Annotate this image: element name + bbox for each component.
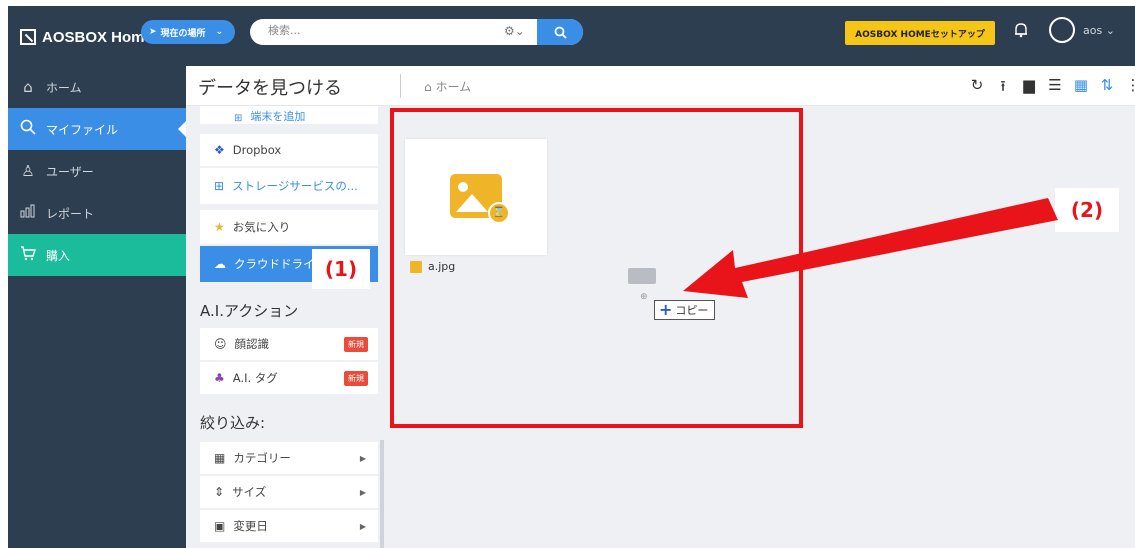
new-badge: 新規 [344,336,368,352]
logo-icon [20,29,36,45]
calendar-icon: ▣ [214,519,226,533]
face-recognition-label: 顔認識 [234,337,270,351]
filter-modified-date[interactable]: ▣ 変更日 ▶ [200,510,378,542]
home-icon: ⌂ [23,78,33,96]
add-icon: ⊞ [214,179,225,193]
annotation-label-1: (1) [312,249,370,289]
copy-tooltip: + コピー [654,300,715,320]
filter-size[interactable]: ⇕ サイズ ▶ [200,476,378,508]
search-input[interactable] [268,24,488,37]
left-panel-scrollbar[interactable] [380,440,384,548]
sidebar-item-label: ホーム [46,80,82,95]
filter-category[interactable]: ▦ カテゴリー ▶ [200,442,378,474]
modified-date-label: 変更日 [233,519,268,533]
grid-icon: ▦ [214,451,226,465]
app-logo[interactable]: AOSBOX Home [20,26,153,48]
page-title: データを見つける [198,78,342,99]
user-avatar[interactable] [1049,17,1075,43]
sidebar-item-label: レポート [46,206,95,221]
sidebar-item-label: マイファイル [46,122,119,137]
logo-text: AOSBOX Home [42,28,153,46]
annotation-label-2: (2) [1055,188,1119,232]
file-thumbnail[interactable]: ⌛ [405,139,547,255]
file-name: a.jpg [428,260,456,273]
sidebar-item-label: ユーザー [46,164,94,179]
chevron-right-icon: ▶ [359,487,366,497]
current-location-button[interactable]: ➤ 現在の場所 ⌄ [141,20,235,44]
drag-cursor-icon: ⊕ [640,292,648,302]
storage-service-item[interactable]: ⊞ ストレージサービスの... [200,168,378,204]
setup-button[interactable]: AOSBOX HOMEセットアップ [845,21,995,45]
search-icon [18,119,38,139]
image-pending-icon: ⌛ [450,174,510,224]
add-device-item[interactable]: ⊞ 端末を追加 [200,106,378,124]
users-icon: ♙ [21,162,35,180]
star-icon: ★ [214,220,225,234]
storage-service-label: ストレージサービスの... [232,179,358,193]
toolbar: ↻ ⭱ ▆ ☰ ▦ ⇅ ⋮ [968,76,1135,101]
upload-icon[interactable]: ⭱ [994,76,1012,101]
ai-actions-heading: A.I.アクション [200,302,299,320]
sidebar: ⌂ ホーム マイファイル ♙ ユーザー レポート 購入 [8,66,186,548]
add-icon: ⊞ [234,113,243,124]
search-button[interactable] [537,19,583,45]
chevron-right-icon: ▶ [359,521,366,531]
sidebar-item-home[interactable]: ⌂ ホーム [8,66,186,108]
sidebar-item-reports[interactable]: レポート [8,192,186,234]
breadcrumb[interactable]: ⌂ ホーム [424,78,471,95]
chart-icon [18,204,38,222]
cloud-drive-label: クラウドドライ [234,257,315,271]
drag-ghost-image [628,268,656,284]
dropbox-item[interactable]: ❖ Dropbox [200,134,378,166]
tree-icon: ♣ [214,371,225,385]
hourglass-icon: ⌛ [488,202,510,224]
dropbox-icon: ❖ [214,143,225,157]
plus-icon: + [659,300,673,319]
grid-view-icon[interactable]: ▦ [1072,76,1090,101]
search-icon [554,26,567,39]
favorites-item[interactable]: ★ お気に入り [200,210,378,244]
user-menu[interactable]: aos ⌄ [1083,24,1115,37]
sidebar-item-buy[interactable]: 購入 [8,234,186,276]
copy-tooltip-label: コピー [675,304,709,317]
dropbox-label: Dropbox [232,143,282,157]
image-file-icon [410,260,422,273]
ai-tag-item[interactable]: ♣ A.I. タグ 新規 [200,362,378,394]
left-panel: ⊞ 端末を追加 ❖ Dropbox ⊞ ストレージサービスの... ★ お気に入… [186,106,386,548]
new-badge: 新規 [344,370,368,386]
sidebar-item-label: 購入 [46,248,71,263]
ai-tag-label: A.I. タグ [232,371,278,385]
home-icon: ⌂ [424,80,432,94]
sort-icon[interactable]: ⇅ [1098,76,1116,101]
location-arrow-icon: ➤ [149,27,157,37]
refresh-icon[interactable]: ↻ [968,76,986,101]
main-header: データを見つける ⌂ ホーム ↻ ⭱ ▆ ☰ ▦ ⇅ ⋮ [186,66,1135,106]
bell-icon[interactable] [1014,22,1028,42]
face-recognition-item[interactable]: ☺ 顔認識 新規 [200,328,378,360]
sidebar-item-users[interactable]: ♙ ユーザー [8,150,186,192]
header-divider [400,74,401,98]
more-icon[interactable]: ⋮ [1124,76,1135,101]
add-device-label: 端末を追加 [250,110,306,123]
cloud-icon: ☁ [214,257,226,271]
location-button-label: 現在の場所 [160,28,206,39]
gear-icon[interactable]: ⚙⌄ [504,24,525,38]
filter-heading: 絞り込み: [200,414,266,432]
category-label: カテゴリー [233,451,291,465]
sort-icon: ⇕ [214,485,225,499]
chevron-right-icon: ▶ [359,453,366,463]
breadcrumb-home: ホーム [435,80,472,94]
chevron-down-icon: ⌄ [215,27,224,37]
search-bar: ⚙⌄ [250,19,583,45]
list-view-icon[interactable]: ☰ [1046,76,1064,101]
size-label: サイズ [232,485,267,499]
file-item-label[interactable]: a.jpg [410,260,455,273]
face-icon: ☺ [214,337,227,351]
new-folder-icon[interactable]: ▆ [1020,76,1038,101]
cart-icon [18,245,38,265]
favorites-label: お気に入り [232,220,291,234]
user-name: aos [1083,24,1103,37]
sidebar-item-my-files[interactable]: マイファイル [8,108,186,150]
